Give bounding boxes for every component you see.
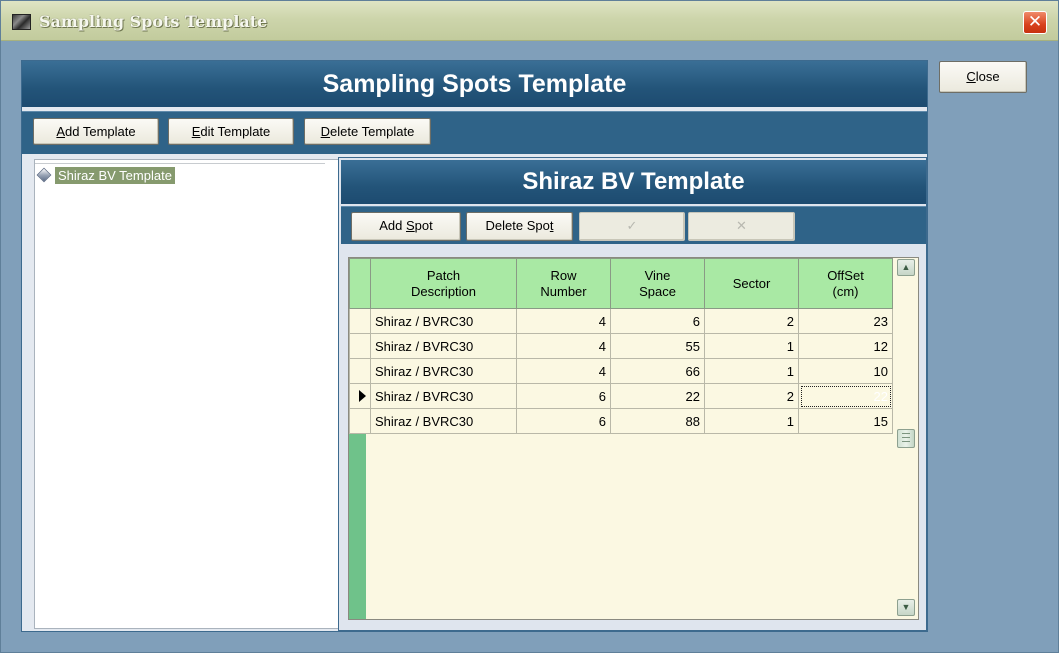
app-icon <box>12 14 31 30</box>
column-header-line: Row <box>550 267 577 283</box>
column-header-line: Sector <box>732 275 771 291</box>
cell-vine-space[interactable]: 66 <box>610 358 705 384</box>
cell-vine-space[interactable]: 6 <box>610 308 705 334</box>
column-header-line: Description <box>410 283 477 299</box>
table-row[interactable]: Shiraz / BVRC30 4 55 1 12 <box>349 333 893 359</box>
close-button[interactable]: Close <box>939 61 1027 93</box>
table-row[interactable]: Shiraz / BVRC30 6 88 1 15 <box>349 408 893 434</box>
grid-vertical-scrollbar[interactable]: ▲ ▼ <box>894 258 918 619</box>
grid-header-row: Patch Description Row Number Vine Space <box>349 258 893 309</box>
column-header-line: Vine <box>644 267 671 283</box>
add-template-button[interactable]: Add Template <box>33 118 159 145</box>
cell-row-number[interactable]: 4 <box>516 358 611 384</box>
cell-sector[interactable]: 2 <box>704 383 799 409</box>
table-row-current[interactable]: Shiraz / BVRC30 6 22 2 22 <box>349 383 893 409</box>
current-row-arrow-icon <box>359 390 366 402</box>
cell-vine-space[interactable]: 22 <box>610 383 705 409</box>
table-row[interactable]: Shiraz / BVRC30 4 66 1 10 <box>349 358 893 384</box>
row-indicator[interactable] <box>349 358 371 384</box>
add-spot-button[interactable]: Add Spot <box>351 212 461 241</box>
cell-offset-selected[interactable]: 22 <box>798 383 893 409</box>
row-indicator[interactable] <box>349 408 371 434</box>
cancel-spot-button[interactable]: ✕ <box>688 212 795 241</box>
page-title: Sampling Spots Template <box>22 61 927 107</box>
cell-sector[interactable]: 1 <box>704 358 799 384</box>
cell-offset[interactable]: 12 <box>798 333 893 359</box>
cell-sector[interactable]: 2 <box>704 308 799 334</box>
template-node-icon <box>36 167 52 183</box>
row-indicator[interactable] <box>349 308 371 334</box>
cell-offset[interactable]: 15 <box>798 408 893 434</box>
cell-row-number[interactable]: 6 <box>516 408 611 434</box>
delete-spot-hotkey: t <box>549 218 554 233</box>
spots-grid[interactable]: Patch Description Row Number Vine Space <box>348 257 919 620</box>
edit-template-button[interactable]: Edit Template <box>168 118 294 145</box>
cross-icon: ✕ <box>736 218 747 233</box>
add-spot-hotkey: S <box>406 218 415 233</box>
cell-row-number[interactable]: 4 <box>516 308 611 334</box>
cell-patch-description[interactable]: Shiraz / BVRC30 <box>370 333 517 359</box>
template-tree[interactable]: Shiraz BV Template <box>34 159 346 629</box>
delete-template-label: elete Template <box>330 124 415 139</box>
scroll-up-icon[interactable]: ▲ <box>897 259 915 276</box>
cell-sector[interactable]: 1 <box>704 333 799 359</box>
tree-item-shiraz-bv-template[interactable]: Shiraz BV Template <box>36 166 175 184</box>
delete-template-button[interactable]: Delete Template <box>304 118 431 145</box>
title-bar[interactable]: Sampling Spots Template ✕ <box>1 1 1058 41</box>
application-window: Sampling Spots Template ✕ Close Sampling… <box>0 0 1059 653</box>
close-button-label: lose <box>975 69 1000 84</box>
delete-template-hotkey: D <box>320 124 331 139</box>
spots-table: Patch Description Row Number Vine Space <box>349 258 893 434</box>
window-title: Sampling Spots Template <box>39 12 268 31</box>
template-toolbar: Add Template Edit Template Delete Templa… <box>22 111 927 154</box>
tree-divider <box>35 160 325 164</box>
cell-patch-description[interactable]: Shiraz / BVRC30 <box>370 408 517 434</box>
column-header-offset[interactable]: OffSet (cm) <box>798 258 893 309</box>
column-header-row-number[interactable]: Row Number <box>516 258 611 309</box>
row-indicator[interactable] <box>349 333 371 359</box>
cell-offset[interactable]: 23 <box>798 308 893 334</box>
cell-vine-space[interactable]: 88 <box>610 408 705 434</box>
add-spot-label: Add <box>379 218 406 233</box>
current-row-indicator[interactable] <box>349 383 371 409</box>
column-header-line: OffSet <box>827 267 864 283</box>
template-panel: Sampling Spots Template Add Template Edi… <box>21 60 928 632</box>
delete-spot-label: Delete Spo <box>485 218 550 233</box>
confirm-spot-button[interactable]: ✓ <box>579 212 685 241</box>
column-header-patch-description[interactable]: Patch Description <box>370 258 517 309</box>
spot-toolbar: Add Spot Delete Spot ✓ ✕ <box>341 206 926 244</box>
cell-offset[interactable]: 10 <box>798 358 893 384</box>
close-button-hotkey: C <box>966 69 976 84</box>
scroll-down-icon[interactable]: ▼ <box>897 599 915 616</box>
cell-patch-description[interactable]: Shiraz / BVRC30 <box>370 383 517 409</box>
column-header-vine-space[interactable]: Vine Space <box>610 258 705 309</box>
cell-row-number[interactable]: 6 <box>516 383 611 409</box>
tree-item-label: Shiraz BV Template <box>55 166 175 184</box>
add-spot-label-end: pot <box>414 218 433 233</box>
add-template-hotkey: A <box>56 124 66 139</box>
add-template-label: dd Template <box>65 124 136 139</box>
cell-patch-description[interactable]: Shiraz / BVRC30 <box>370 308 517 334</box>
column-header-sector[interactable]: Sector <box>704 258 799 309</box>
column-header-line: Number <box>540 283 587 299</box>
cell-vine-space[interactable]: 55 <box>610 333 705 359</box>
delete-spot-button[interactable]: Delete Spot <box>466 212 573 241</box>
cell-row-number[interactable]: 4 <box>516 333 611 359</box>
template-detail-panel: Shiraz BV Template Add Spot Delete Spot … <box>338 157 927 631</box>
edit-template-label: dit Template <box>200 124 271 139</box>
table-row[interactable]: Shiraz / BVRC30 4 6 2 23 <box>349 308 893 334</box>
header-indicator-cell <box>349 258 371 309</box>
check-icon: ✓ <box>626 218 638 233</box>
column-header-line: Patch <box>426 267 461 283</box>
scroll-thumb[interactable] <box>897 429 915 448</box>
template-detail-title: Shiraz BV Template <box>341 160 926 204</box>
column-header-line: (cm) <box>832 283 859 299</box>
cell-sector[interactable]: 1 <box>704 408 799 434</box>
column-header-line: Space <box>639 283 676 299</box>
cell-patch-description[interactable]: Shiraz / BVRC30 <box>370 358 517 384</box>
window-close-icon[interactable]: ✕ <box>1023 11 1047 34</box>
